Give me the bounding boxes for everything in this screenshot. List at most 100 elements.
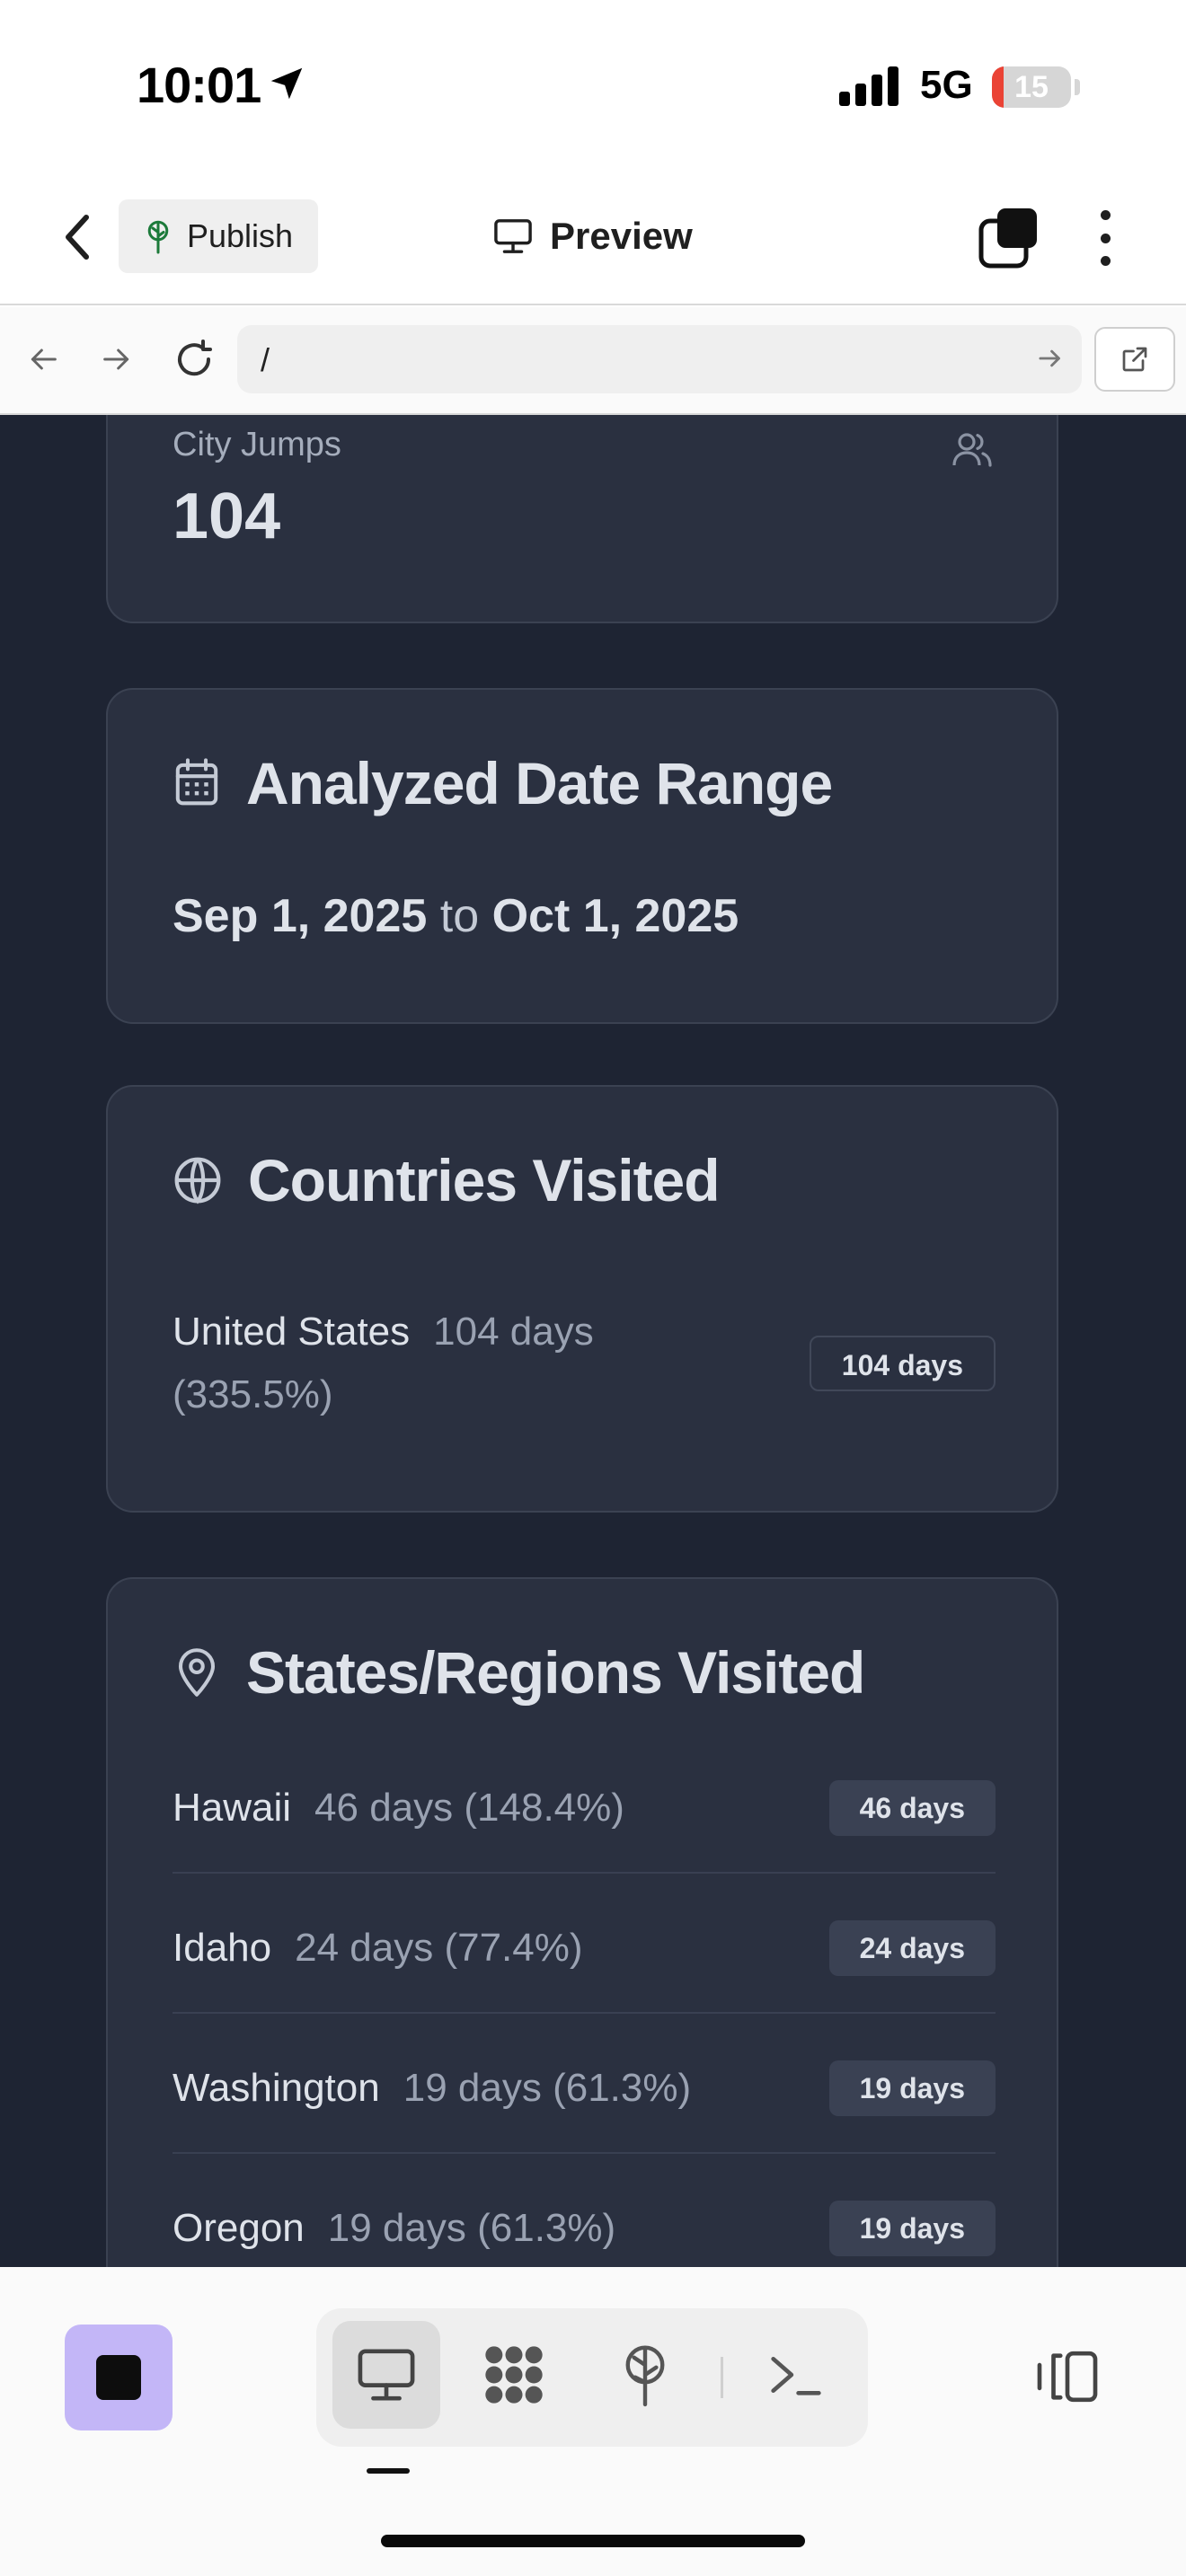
tab-console[interactable] (742, 2321, 850, 2429)
url-input[interactable]: / (237, 325, 1082, 393)
tab-publish[interactable] (591, 2321, 699, 2429)
publish-button[interactable]: Publish (119, 199, 318, 273)
arrow-right-icon[interactable] (1033, 341, 1067, 375)
list-item: Oregon 19 days (61.3%) 19 days (173, 2197, 996, 2260)
monitor-icon (494, 219, 532, 253)
tab-components[interactable] (460, 2321, 568, 2429)
battery-nub (1075, 79, 1080, 95)
state-text: Idaho 24 days (77.4%) (173, 1917, 583, 1980)
stop-icon (96, 2355, 141, 2400)
status-badge: 19 days (828, 2060, 996, 2116)
dot (1100, 233, 1111, 243)
state-text: Hawaii 46 days (148.4%) (173, 1777, 624, 1839)
map-pin-icon (178, 1648, 216, 1697)
date-range-card: Analyzed Date Range Sep 1, 2025 to Oct 1… (106, 688, 1058, 1024)
publish-label: Publish (187, 217, 294, 254)
preview-content: City Jumps 104 Analyzed Date Range Sep 1… (0, 415, 1186, 2267)
state-text: Washington 19 days (61.3%) (173, 2057, 691, 2120)
states-title: States/Regions Visited (246, 1639, 865, 1706)
tab-preview[interactable] (332, 2321, 440, 2429)
state-detail: 24 days (77.4%) (295, 1926, 583, 1970)
divider (721, 2357, 723, 2398)
list-item: United States 104 days (335.5%) 104 days (173, 1301, 996, 1426)
open-external-button[interactable] (1094, 327, 1175, 392)
monitor-icon (358, 2349, 415, 2401)
external-link-icon (1122, 347, 1147, 372)
dot (1100, 210, 1111, 220)
date-range-start: Sep 1, 2025 (173, 890, 428, 942)
city-jumps-card: City Jumps 104 (106, 415, 1058, 623)
country-name: United States (173, 1310, 411, 1354)
reload-icon (178, 340, 212, 376)
view-switcher (316, 2308, 868, 2447)
url-text: / (261, 341, 270, 378)
arrow-left-icon (31, 348, 57, 370)
reload-button[interactable] (169, 334, 219, 384)
stack-icon[interactable] (978, 207, 1040, 269)
state-name: Washington (173, 2066, 380, 2110)
state-name: Oregon (173, 2206, 305, 2250)
status-time: 10:01 (137, 57, 261, 113)
date-range-value: Sep 1, 2025 to Oct 1, 2025 (173, 889, 739, 943)
divider (173, 1872, 996, 1874)
app-header: Publish Preview (0, 171, 1186, 305)
city-jumps-value: 104 (173, 481, 281, 552)
bottom-toolbar (0, 2267, 1186, 2576)
home-indicator (381, 2535, 805, 2547)
battery-indicator: 15 (992, 66, 1071, 108)
divider (173, 2152, 996, 2154)
preview-label: Preview (550, 215, 693, 257)
users-icon (952, 433, 992, 467)
state-detail: 19 days (61.3%) (403, 2066, 692, 2110)
stop-button[interactable] (65, 2325, 173, 2430)
state-name: Idaho (173, 1926, 272, 1970)
panel-icon (1037, 2351, 1098, 2403)
states-card: States/Regions Visited Hawaii 46 days (14… (106, 1577, 1058, 2267)
panel-toggle-button[interactable] (1031, 2341, 1103, 2413)
state-text: Oregon 19 days (61.3%) (173, 2197, 615, 2260)
battery-level: 15 (1014, 70, 1049, 104)
date-range-title: Analyzed Date Range (246, 750, 833, 816)
terminal-icon (771, 2356, 821, 2395)
country-text: United States 104 days (335.5%) (173, 1301, 730, 1426)
preview-toggle[interactable]: Preview (492, 203, 693, 269)
network-label: 5G (920, 63, 973, 107)
location-arrow-icon (270, 67, 303, 100)
arrow-right-icon (103, 348, 129, 370)
back-nav-button[interactable] (18, 334, 68, 384)
status-badge: 24 days (828, 1920, 996, 1976)
dot (1100, 256, 1111, 266)
browser-bar: / (0, 307, 1186, 415)
countries-card: Countries Visited United States 104 days … (106, 1085, 1058, 1513)
date-range-end: Oct 1, 2025 (491, 890, 739, 942)
countries-title: Countries Visited (248, 1147, 721, 1213)
state-detail: 19 days (61.3%) (327, 2206, 616, 2250)
list-item: Washington 19 days (61.3%) 19 days (173, 2057, 996, 2120)
city-jumps-label: City Jumps (173, 426, 341, 463)
state-detail: 46 days (148.4%) (314, 1786, 624, 1830)
tree-icon (147, 220, 169, 254)
country-percent: (335.5%) (173, 1372, 333, 1416)
countries-header: Countries Visited (173, 1146, 721, 1214)
divider (173, 2012, 996, 2014)
states-header: States/Regions Visited (173, 1638, 865, 1707)
grid-icon (485, 2346, 543, 2404)
active-tab-indicator (367, 2468, 410, 2474)
back-button[interactable] (54, 205, 101, 269)
status-badge: 104 days (809, 1336, 996, 1391)
calendar-icon (175, 758, 218, 806)
date-range-connector: to (439, 890, 480, 942)
status-bar: 10:01 5G 15 (0, 0, 1186, 171)
country-days: 104 days (433, 1310, 594, 1354)
tree-icon (625, 2345, 665, 2407)
signal-icon (839, 66, 898, 106)
globe-icon (174, 1157, 221, 1204)
date-range-header: Analyzed Date Range (173, 749, 833, 817)
list-item: Hawaii 46 days (148.4%) 46 days (173, 1777, 996, 1839)
chevron-left-icon (66, 215, 89, 260)
status-badge: 19 days (828, 2201, 996, 2256)
state-name: Hawaii (173, 1786, 292, 1830)
more-vertical-icon[interactable] (1085, 207, 1125, 269)
forward-nav-button[interactable] (92, 334, 142, 384)
list-item: Idaho 24 days (77.4%) 24 days (173, 1917, 996, 1980)
